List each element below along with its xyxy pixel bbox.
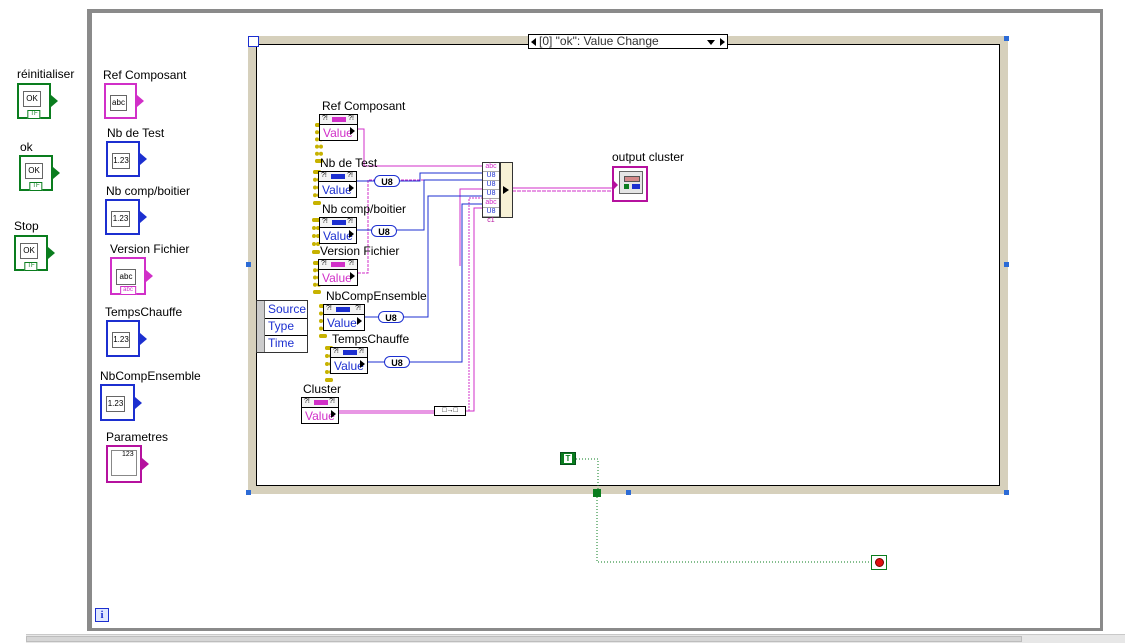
- to-u8-conversion[interactable]: U8: [384, 356, 410, 368]
- wire-version-to-bundle: [459, 188, 482, 266]
- property-value: Value: [320, 228, 356, 244]
- output-cluster-label: output cluster: [612, 150, 685, 164]
- property-node-header: ?!?!: [324, 305, 364, 315]
- property-node-header: ?!?!: [320, 218, 356, 228]
- stop-condition-terminal[interactable]: [871, 555, 887, 570]
- to-u8-conversion[interactable]: U8: [378, 311, 404, 323]
- variant-to-data-node[interactable]: □→□: [434, 406, 466, 416]
- prop-label-ref-composant: Ref Composant: [322, 99, 406, 113]
- property-value: Value: [319, 182, 356, 198]
- wire-cluster-out-2: [468, 197, 482, 411]
- prop-label-nbcompensemble: NbCompEnsemble: [326, 289, 427, 303]
- prop-label-nb-comp-boitier: Nb comp/boitier: [322, 202, 407, 216]
- true-constant[interactable]: T: [560, 452, 576, 465]
- property-node-header: ?!?!: [302, 398, 338, 408]
- wire-cluster-out: [466, 207, 482, 412]
- bundle-input-7[interactable]: c1: [483, 217, 499, 225]
- bundle-input-6[interactable]: U8: [483, 208, 499, 217]
- property-value: Value: [324, 315, 364, 331]
- to-u8-conversion[interactable]: U8: [374, 175, 400, 187]
- property-node-nbcompensemble[interactable]: ?!?! Value: [323, 304, 365, 331]
- input-arrow-icon: [613, 180, 618, 190]
- property-node-header: ?!?!: [320, 115, 357, 125]
- prop-label-cluster: Cluster: [303, 382, 342, 396]
- property-node-tempschauffe[interactable]: ?!?! Value: [330, 347, 368, 374]
- prop-label-tempschauffe: TempsChauffe: [332, 332, 410, 346]
- property-node-ref-composant[interactable]: ?!?! Value: [319, 114, 358, 141]
- bundle-input-3[interactable]: U8: [483, 181, 499, 190]
- bundle-node[interactable]: abc U8 U8 U8 abc U8 c1: [482, 162, 500, 224]
- stop-sign-icon: [875, 558, 884, 567]
- property-node-nb-comp-boitier[interactable]: ?!?! Value: [319, 217, 357, 244]
- to-u8-conversion[interactable]: U8: [371, 225, 397, 237]
- true-constant-text: T: [564, 454, 572, 463]
- prop-label-version-fichier: Version Fichier: [320, 244, 400, 258]
- property-node-nb-de-test[interactable]: ?!?! Value: [318, 171, 357, 198]
- property-value: Value: [302, 408, 338, 424]
- bundle-arrow-icon: [503, 186, 509, 194]
- wire-to-stop-condition: [596, 497, 873, 563]
- property-node-version-fichier[interactable]: ?!?! Value: [318, 259, 358, 286]
- property-node-cluster[interactable]: ?!?! Value: [301, 397, 339, 424]
- cluster-indicator-glyph: [619, 171, 643, 194]
- property-node-header: ?!?!: [319, 172, 356, 182]
- property-value: Value: [320, 125, 357, 141]
- wire-u8-4-to-bundle: [410, 203, 482, 363]
- prop-label-nb-de-test: Nb de Test: [320, 156, 378, 170]
- bundle-input-1[interactable]: abc: [483, 163, 499, 172]
- bundle-output[interactable]: [500, 162, 513, 218]
- bundle-input-5[interactable]: abc: [483, 199, 499, 208]
- bundle-input-2[interactable]: U8: [483, 172, 499, 181]
- bundle-input-4[interactable]: U8: [483, 190, 499, 199]
- property-value: Value: [331, 358, 367, 374]
- property-node-header: ?!?!: [319, 260, 357, 270]
- output-cluster-indicator[interactable]: [612, 166, 648, 202]
- wires-layer: [339, 128, 873, 563]
- property-node-header: ?!?!: [331, 348, 367, 358]
- wire-true-constant: [576, 458, 599, 493]
- property-value: Value: [319, 270, 357, 286]
